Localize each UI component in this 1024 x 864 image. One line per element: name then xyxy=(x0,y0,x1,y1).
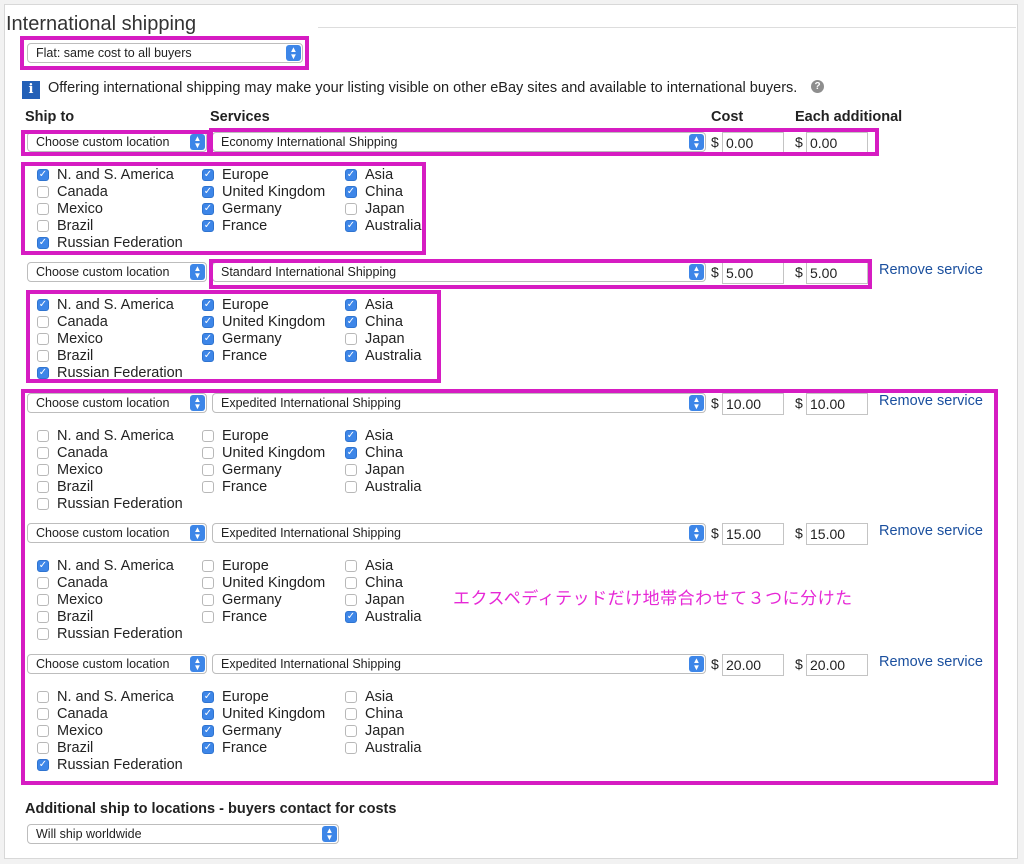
remove-service-link[interactable]: Remove service xyxy=(879,262,983,278)
help-icon[interactable]: ? xyxy=(811,80,824,93)
page-title: International shipping xyxy=(6,13,197,35)
header-cost: Cost xyxy=(711,109,744,125)
additional-locations-select[interactable]: Will ship worldwide ▲ ▼ xyxy=(27,824,339,844)
annotation-note: エクスペディテッドだけ地帯合わせて３つに分けた xyxy=(453,589,853,608)
additional-locations-label: Additional ship to locations - buyers co… xyxy=(25,801,397,817)
header-ship-to: Ship to xyxy=(25,109,75,125)
location-select[interactable]: Choose custom location ▲ ▼ xyxy=(27,262,207,282)
highlight-regions-2 xyxy=(26,290,441,383)
highlight-regions-1 xyxy=(21,162,426,255)
highlight-location xyxy=(21,130,211,156)
chevron-updown-icon: ▲ ▼ xyxy=(322,826,337,842)
chevron-updown-icon: ▲ ▼ xyxy=(190,264,205,280)
title-divider xyxy=(318,27,1016,28)
additional-locations-value: Will ship worldwide xyxy=(36,827,142,841)
location-value: Choose custom location xyxy=(36,265,170,279)
info-icon: i xyxy=(22,81,40,99)
header-each-additional: Each additional xyxy=(795,109,903,125)
info-text: Offering international shipping may make… xyxy=(48,80,798,96)
header-services: Services xyxy=(210,109,270,125)
highlight-shipping-type xyxy=(20,36,309,70)
highlight-service-2 xyxy=(209,259,872,289)
highlight-service-1 xyxy=(209,128,879,156)
